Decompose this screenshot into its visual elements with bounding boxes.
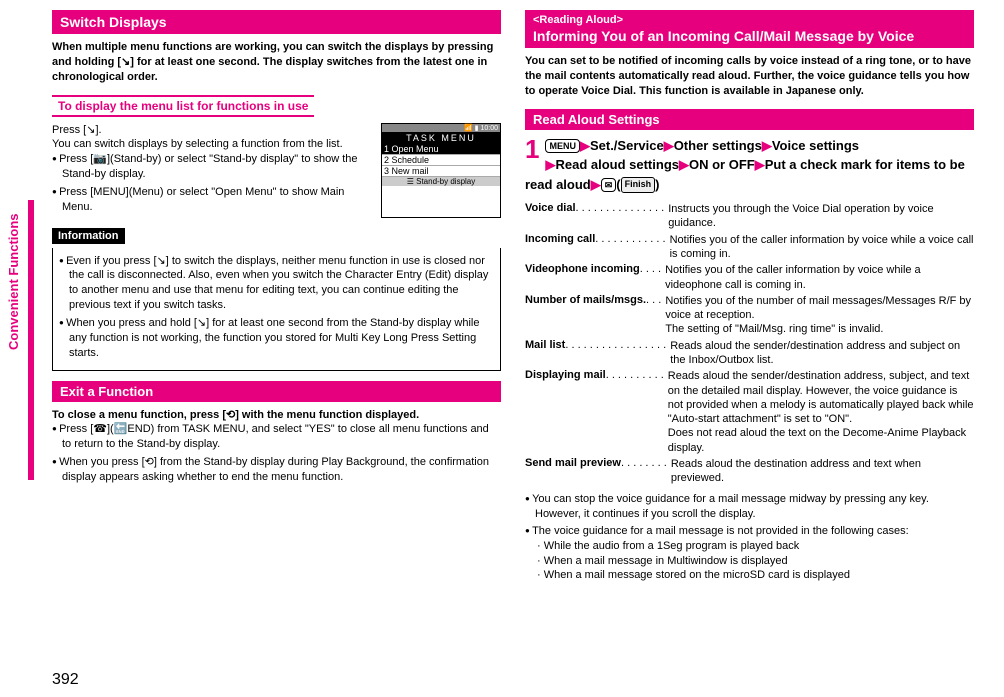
dots: . . . . . . . .: [621, 457, 667, 469]
exit-list: Press [☎](🔚END) from TASK MENU, and sele…: [52, 422, 501, 484]
finish-softkey: Finish: [621, 177, 656, 193]
arrow-icon: ▶: [762, 138, 772, 153]
press-bullets: Press [📷](Stand-by) or select "Stand-by …: [52, 152, 367, 214]
left-sub1: To display the menu list for functions i…: [52, 95, 314, 117]
exit-lead: To close a menu function, press [⟲] with…: [52, 408, 501, 423]
sdesc: Notifies you of the caller information b…: [666, 233, 974, 262]
note-2c: · When a mail message stored on the micr…: [535, 568, 974, 582]
srow-displaying-mail: Displaying mail . . . . . . . . . . Read…: [525, 369, 974, 455]
right-sub: Read Aloud Settings: [525, 109, 974, 130]
right-intro: You can set to be notified of incoming c…: [525, 54, 974, 99]
page-number: 392: [52, 671, 79, 689]
info-label: Information: [52, 228, 125, 244]
dots: . . . . . . . . . . . . . . .: [576, 202, 665, 214]
step-number: 1: [525, 136, 539, 162]
mock-item-1: 1 Open Menu: [382, 144, 500, 155]
mail-key-icon: ✉: [601, 178, 617, 192]
srow-send-preview: Send mail preview . . . . . . . . Reads …: [525, 457, 974, 486]
mock-item-3: 3 New mail: [382, 166, 500, 177]
sdesc: Reads aloud the destination address and …: [667, 457, 974, 486]
note-2-lead: The voice guidance for a mail message is…: [532, 525, 909, 537]
info-block: Information Even if you press [↘] to swi…: [52, 228, 501, 371]
slabel: Voice dial: [525, 202, 576, 214]
press-line2: You can switch displays by selecting a f…: [52, 137, 367, 152]
note-2a: · While the audio from a 1Seg program is…: [535, 539, 974, 553]
sdesc: Notifies you of the caller information b…: [661, 263, 974, 292]
press-row: Press [↘]. You can switch displays by se…: [52, 123, 501, 218]
mock-statusbar: 📶 ▮ 10:00: [382, 124, 500, 132]
press-line1: Press [↘].: [52, 123, 367, 138]
dots: . . . . . . . . . .: [606, 369, 664, 381]
exit-header: Exit a Function: [52, 381, 501, 402]
settings-table: Voice dial . . . . . . . . . . . . . . .…: [525, 202, 974, 486]
note-1: You can stop the voice guidance for a ma…: [525, 492, 974, 522]
right-title: Informing You of an Incoming Call/Mail M…: [533, 28, 914, 44]
notes-list: You can stop the voice guidance for a ma…: [525, 492, 974, 582]
slabel: Displaying mail: [525, 369, 606, 381]
step-block: 1 MENU▶Set./Service▶Other settings▶Voice…: [525, 136, 974, 195]
slabel: Videophone incoming: [525, 263, 640, 275]
dots: . . . . . . . . . . . .: [595, 233, 665, 245]
step-p4: Read aloud settings: [555, 157, 679, 172]
right-title-bar: <Reading Aloud> Informing You of an Inco…: [525, 10, 974, 48]
info-item-1: Even if you press [↘] to switch the disp…: [59, 254, 494, 313]
arrow-icon: ▶: [580, 138, 590, 153]
mock-item-2: 2 Schedule: [382, 155, 500, 166]
sdesc: Notifies you of the number of mail messa…: [661, 294, 974, 337]
sdesc: Reads aloud the sender/destination addre…: [666, 339, 974, 368]
slabel: Number of mails/msgs.: [525, 294, 646, 306]
arrow-icon: ▶: [591, 177, 601, 192]
dots: . . . . . . . . . . . . . . . . .: [565, 339, 666, 351]
right-tag: <Reading Aloud>: [533, 14, 966, 26]
step-p3: Voice settings: [772, 138, 859, 153]
press-bullet-2: Press [MENU](Menu) or select "Open Menu"…: [52, 185, 367, 215]
mock-screen: 📶 ▮ 10:00 TASK MENU 1 Open Menu 2 Schedu…: [381, 123, 501, 218]
page-body: Switch Displays When multiple menu funct…: [0, 0, 1004, 595]
press-text-block: Press [↘]. You can switch displays by se…: [52, 123, 367, 218]
arrow-icon: ▶: [679, 157, 689, 172]
left-column: Switch Displays When multiple menu funct…: [52, 10, 501, 585]
note-2b: · When a mail message in Multiwindow is …: [535, 554, 974, 568]
press-bullet-1: Press [📷](Stand-by) or select "Stand-by …: [52, 152, 367, 182]
info-box: Even if you press [↘] to switch the disp…: [52, 248, 501, 371]
left-intro: When multiple menu functions are working…: [52, 40, 501, 85]
dots: . . .: [646, 294, 661, 306]
slabel: Send mail preview: [525, 457, 621, 469]
step-p1: Set./Service: [590, 138, 664, 153]
slabel: Incoming call: [525, 233, 595, 245]
srow-incoming-call: Incoming call . . . . . . . . . . . . No…: [525, 233, 974, 262]
step-text: MENU▶Set./Service▶Other settings▶Voice s…: [525, 136, 974, 195]
info-item-2: When you press and hold [↘] for at least…: [59, 316, 494, 361]
dots: . . . .: [640, 263, 661, 275]
right-column: <Reading Aloud> Informing You of an Inco…: [525, 10, 974, 585]
step-p2: Other settings: [674, 138, 762, 153]
mock-title: TASK MENU: [382, 132, 500, 144]
exit-item-2: When you press [⟲] from the Stand-by dis…: [52, 455, 501, 485]
arrow-icon: ▶: [755, 157, 765, 172]
arrow-icon: ▶: [664, 138, 674, 153]
step-p5: ON or OFF: [689, 157, 755, 172]
srow-voice-dial: Voice dial . . . . . . . . . . . . . . .…: [525, 202, 974, 231]
menu-key-icon: MENU: [545, 139, 580, 153]
srow-num-mails: Number of mails/msgs. . . . Notifies you…: [525, 294, 974, 337]
arrow-icon: ▶: [545, 157, 555, 172]
slabel: Mail list: [525, 339, 565, 351]
left-title-bar: Switch Displays: [52, 10, 501, 34]
sdesc: Instructs you through the Voice Dial ope…: [664, 202, 974, 231]
srow-mail-list: Mail list . . . . . . . . . . . . . . . …: [525, 339, 974, 368]
sdesc: Reads aloud the sender/destination addre…: [664, 369, 974, 455]
left-title: Switch Displays: [60, 14, 167, 30]
exit-item-1: Press [☎](🔚END) from TASK MENU, and sele…: [52, 422, 501, 452]
mock-footer: ☰ Stand-by display: [382, 177, 500, 186]
srow-videophone: Videophone incoming . . . . Notifies you…: [525, 263, 974, 292]
info-list: Even if you press [↘] to switch the disp…: [59, 254, 494, 361]
note-2: The voice guidance for a mail message is…: [525, 524, 974, 582]
